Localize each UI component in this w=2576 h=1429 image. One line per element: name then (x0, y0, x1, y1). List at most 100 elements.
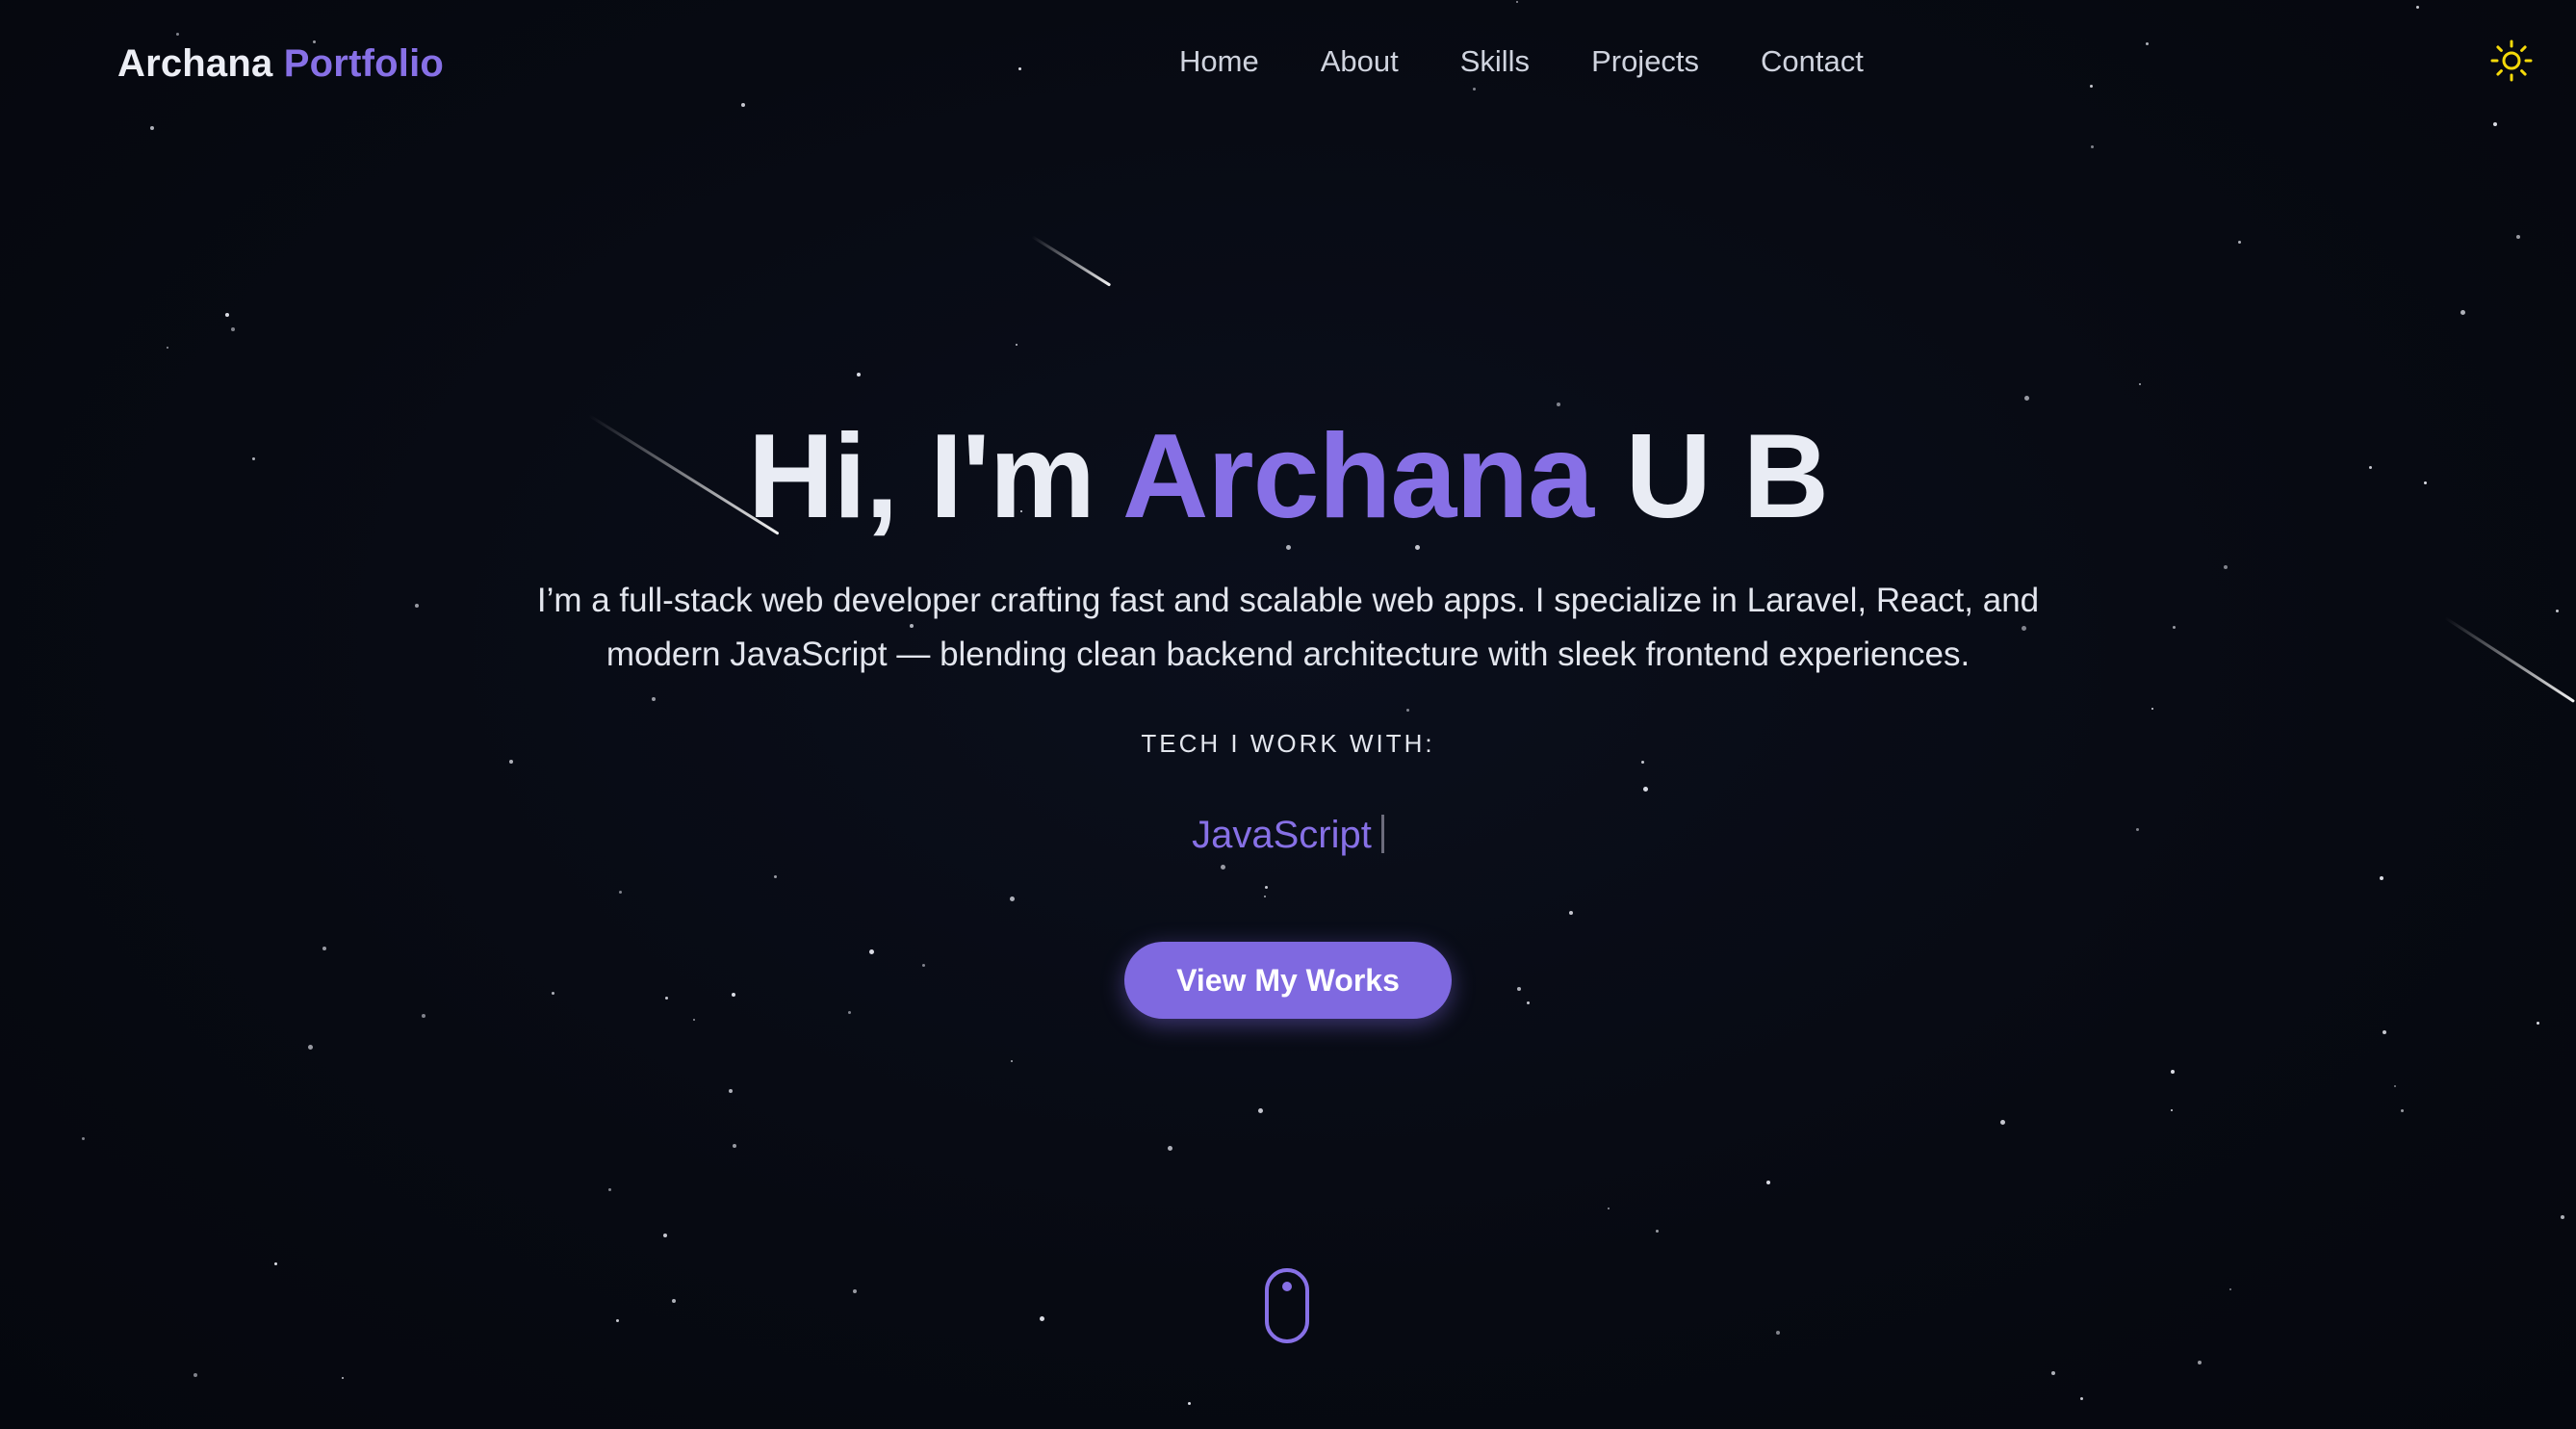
star-dot (732, 993, 735, 997)
star-dot (616, 1319, 619, 1322)
star-dot (2460, 310, 2465, 315)
star-dot (733, 1144, 736, 1148)
tech-current: JavaScript (1192, 814, 1372, 856)
star-dot (774, 875, 777, 878)
star-dot (2556, 610, 2559, 612)
star-dot (853, 1289, 857, 1293)
star-dot (2139, 383, 2141, 385)
star-dot (274, 1262, 277, 1265)
star-dot (2173, 626, 2176, 629)
shooting-star (1031, 235, 1112, 287)
star-dot (2091, 145, 2094, 148)
star-dot (1527, 1001, 1530, 1004)
view-works-button[interactable]: View My Works (1124, 942, 1452, 1019)
theme-toggle-button[interactable] (2489, 39, 2534, 83)
star-dot (2229, 1288, 2231, 1290)
star-dot (1010, 896, 1015, 901)
nav-skills[interactable]: Skills (1460, 44, 1530, 79)
star-dot (1415, 545, 1420, 550)
brand-first: Archana (117, 42, 273, 85)
star-dot (1641, 761, 1644, 764)
star-dot (608, 1188, 611, 1191)
star-dot (693, 1019, 695, 1021)
star-dot (2000, 1120, 2005, 1125)
star-dot (308, 1045, 313, 1050)
hero-description: I’m a full-stack web developer crafting … (536, 582, 2040, 673)
star-dot (1040, 1316, 1044, 1321)
star-dot (2401, 1109, 2404, 1112)
nav-contact[interactable]: Contact (1761, 44, 1864, 79)
typing-caret (1380, 815, 1384, 853)
star-dot (415, 604, 419, 608)
starfield-background (0, 0, 2576, 1429)
star-dot (422, 1014, 425, 1018)
hero-greeting: Hi, I'm (747, 410, 1095, 543)
star-dot (1265, 886, 1268, 889)
star-dot (857, 373, 861, 377)
star-dot (1517, 987, 1521, 991)
hero-title: Hi, I'm Archana U B (0, 409, 2576, 544)
star-dot (1656, 1230, 1659, 1233)
sun-icon (2490, 39, 2533, 82)
star-dot (665, 997, 668, 1000)
star-dot (848, 1011, 851, 1014)
star-dot (663, 1234, 667, 1237)
star-dot (167, 347, 168, 349)
nav-home[interactable]: Home (1179, 44, 1259, 79)
shooting-star (2444, 616, 2576, 703)
star-dot (1016, 344, 1018, 346)
star-dot (1776, 1331, 1780, 1335)
star-dot (342, 1377, 344, 1379)
star-dot (2024, 396, 2029, 401)
star-dot (869, 949, 874, 954)
star-dot (1557, 403, 1560, 406)
star-dot (2516, 235, 2520, 239)
star-dot (1011, 1060, 1013, 1062)
star-dot (231, 327, 235, 331)
star-dot (2394, 1085, 2396, 1087)
star-dot (652, 697, 656, 701)
star-dot (1221, 865, 1225, 870)
star-dot (2224, 565, 2228, 569)
star-dot (2561, 1215, 2564, 1219)
star-dot (1188, 1402, 1191, 1405)
star-dot (193, 1373, 197, 1377)
star-dot (2151, 708, 2153, 710)
star-dot (82, 1137, 85, 1140)
nav-projects[interactable]: Projects (1591, 44, 1699, 79)
star-dot (1608, 1208, 1610, 1209)
star-dot (1258, 1108, 1263, 1113)
star-dot (2080, 1397, 2083, 1400)
tech-label: TECH I WORK WITH: (1141, 729, 1435, 758)
star-dot (2198, 1361, 2202, 1364)
star-dot (619, 891, 622, 894)
star-dot (509, 760, 513, 764)
star-dot (1168, 1146, 1172, 1151)
star-dot (672, 1299, 676, 1303)
scroll-down-indicator[interactable] (1264, 1267, 1310, 1344)
star-dot (322, 947, 326, 950)
star-dot (225, 313, 229, 317)
mouse-scroll-icon (1265, 1268, 1309, 1343)
star-dot (1406, 709, 1409, 712)
star-dot (2171, 1109, 2173, 1111)
star-dot (729, 1089, 733, 1093)
nav-about[interactable]: About (1321, 44, 1399, 79)
star-dot (2171, 1070, 2175, 1074)
brand-second: Portfolio (283, 42, 445, 85)
tech-typewriter: JavaScript (0, 814, 2576, 857)
star-dot (2238, 241, 2241, 244)
star-dot (1264, 896, 1266, 897)
star-dot (1643, 787, 1648, 792)
star-dot (1286, 545, 1291, 550)
star-dot (2380, 876, 2383, 880)
star-dot (2383, 1030, 2386, 1034)
hero-name-highlight: Archana (1121, 410, 1594, 543)
star-dot (2051, 1371, 2055, 1375)
star-dot (1569, 911, 1573, 915)
brand-logo[interactable]: Archana Portfolio (117, 42, 444, 86)
star-dot (552, 992, 554, 995)
star-dot (1766, 1181, 1770, 1184)
main-nav: Home About Skills Projects Contact (1179, 44, 1864, 79)
site-header: Archana Portfolio Home About Skills Proj… (0, 0, 2576, 135)
